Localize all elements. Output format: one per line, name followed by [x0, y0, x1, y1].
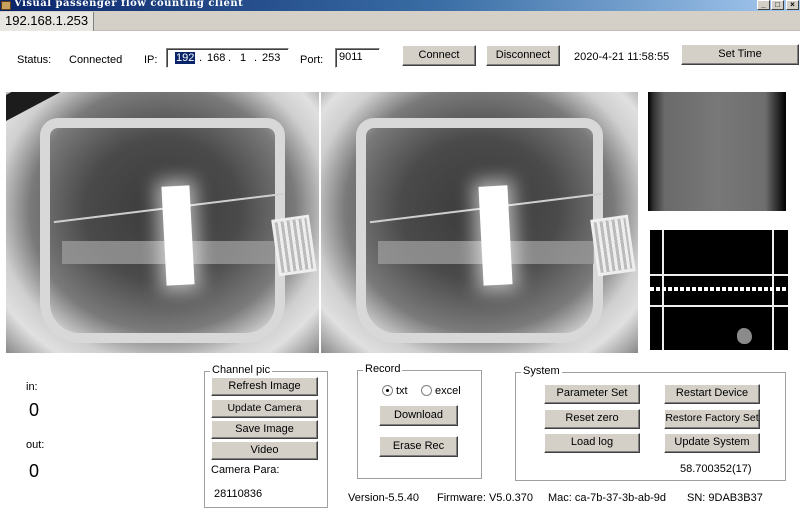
- set-time-button[interactable]: Set Time: [681, 44, 799, 65]
- ip-dot: .: [228, 52, 232, 64]
- txt-radio[interactable]: [382, 385, 393, 396]
- camera-para-value: 28110836: [214, 488, 263, 500]
- video-button[interactable]: Video: [211, 441, 318, 460]
- port-label: Port:: [300, 54, 324, 66]
- connect-button[interactable]: Connect: [402, 45, 476, 66]
- update-system-button[interactable]: Update System: [664, 433, 760, 453]
- camera-image-right: [321, 92, 638, 353]
- refresh-image-button[interactable]: Refresh Image: [211, 377, 318, 396]
- close-button[interactable]: ×: [786, 0, 799, 10]
- maximize-button[interactable]: □: [771, 0, 784, 10]
- window-title: Visual passenger flow counting client: [14, 0, 244, 9]
- camera-para-label: Camera Para:: [211, 464, 280, 476]
- ip-dot: .: [199, 52, 203, 64]
- serial-number: SN: 9DAB3B37: [687, 492, 763, 504]
- status-value: Connected: [69, 54, 123, 66]
- erase-rec-button[interactable]: Erase Rec: [379, 436, 458, 457]
- disconnect-button[interactable]: Disconnect: [486, 45, 560, 66]
- ip-address-input[interactable]: 192 . 168 . 1 . 253: [166, 48, 289, 68]
- out-count: 0: [29, 461, 40, 481]
- in-count: 0: [29, 400, 40, 420]
- ip-octet-4[interactable]: 253: [262, 52, 280, 64]
- in-label: in:: [26, 381, 38, 393]
- parameter-set-button[interactable]: Parameter Set: [544, 384, 640, 404]
- save-image-button[interactable]: Save Image: [211, 420, 318, 439]
- device-datetime: 2020-4-21 11:58:55: [574, 51, 670, 63]
- excel-radio-label[interactable]: excel: [435, 385, 461, 397]
- tab-strip: 192.168.1.253: [0, 11, 800, 31]
- download-button[interactable]: Download: [379, 405, 458, 426]
- record-title: Record: [363, 363, 403, 375]
- excel-radio[interactable]: [421, 385, 432, 396]
- load-log-button[interactable]: Load log: [544, 433, 640, 453]
- firmware-version: Firmware: V5.0.370: [437, 492, 533, 504]
- system-title: System: [521, 365, 562, 377]
- ip-octet-2[interactable]: 168: [207, 52, 225, 64]
- system-value-readout: 58.700352(17): [680, 463, 752, 475]
- client-version: Version-5.5.40: [348, 492, 419, 504]
- port-input[interactable]: 9011: [335, 48, 380, 68]
- camera-image-left: [6, 92, 319, 353]
- restore-factory-set-button[interactable]: Restore Factory Set: [664, 409, 760, 429]
- ip-label: IP:: [144, 54, 158, 66]
- update-camera-param-button[interactable]: Update Camera Param: [211, 399, 318, 430]
- status-label: Status:: [17, 54, 52, 66]
- app-icon: [1, 1, 11, 10]
- mac-address: Mac: ca-7b-37-3b-ab-9d: [548, 492, 667, 504]
- reset-zero-button[interactable]: Reset zero: [544, 409, 640, 429]
- tab-device[interactable]: 192.168.1.253: [0, 12, 95, 31]
- detected-object: [737, 328, 752, 344]
- background-thumbnail: [648, 92, 786, 211]
- title-bar: Visual passenger flow counting client _ …: [0, 0, 800, 11]
- ip-octet-1[interactable]: 192: [175, 52, 196, 64]
- ip-octet-3[interactable]: 1: [240, 52, 246, 64]
- minimize-button[interactable]: _: [757, 0, 770, 10]
- detection-mask-thumbnail: [650, 230, 788, 350]
- txt-radio-label[interactable]: txt: [396, 385, 408, 397]
- channel-pic-title: Channel pic: [210, 364, 273, 376]
- out-label: out:: [26, 439, 45, 451]
- restart-device-button[interactable]: Restart Device: [664, 384, 760, 404]
- ip-dot: .: [254, 52, 258, 64]
